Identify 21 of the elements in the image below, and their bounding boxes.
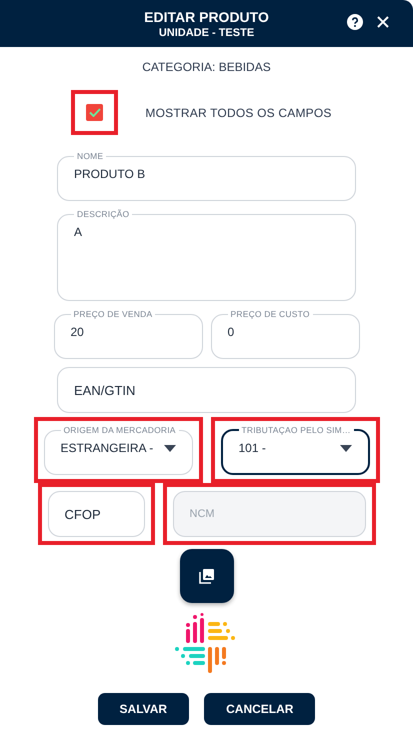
input-field[interactable]: NOME PRODUTO B bbox=[57, 151, 356, 201]
image-gallery-icon bbox=[198, 567, 216, 585]
input-field[interactable]: CFOP bbox=[48, 491, 144, 537]
input-field[interactable]: EAN/GTIN bbox=[57, 367, 356, 413]
dropdown-caret-icon bbox=[164, 445, 176, 452]
select-field[interactable]: ORIGEM DA MERCADORIA ESTRANGEIRA - bbox=[44, 425, 192, 475]
input-field[interactable]: PREÇO DE CUSTO 0 bbox=[210, 309, 360, 359]
action-button[interactable]: SALVAR bbox=[98, 693, 190, 725]
category-label: CATEGORIA: BEBIDAS bbox=[142, 60, 271, 74]
input-field[interactable]: PREÇO DE VENDA 20 bbox=[54, 309, 202, 359]
close-icon[interactable] bbox=[377, 16, 389, 28]
checkbox-label: MOSTRAR TODOS OS CAMPOS bbox=[145, 106, 332, 120]
help-icon[interactable] bbox=[347, 14, 363, 30]
dialog-title: EDITAR PRODUTO bbox=[144, 8, 269, 24]
input-field[interactable]: DESCRIÇÃO A bbox=[57, 209, 356, 301]
image-gallery-button[interactable] bbox=[180, 549, 234, 603]
select-field[interactable]: TRIBUTAÇAO PELO SIM… 101 - bbox=[220, 425, 370, 475]
dialog-subtitle: UNIDADE - TESTE bbox=[158, 26, 254, 38]
checkbox[interactable] bbox=[86, 104, 104, 121]
action-button[interactable]: CANCELAR bbox=[204, 693, 316, 725]
dropdown-caret-icon bbox=[340, 445, 352, 452]
